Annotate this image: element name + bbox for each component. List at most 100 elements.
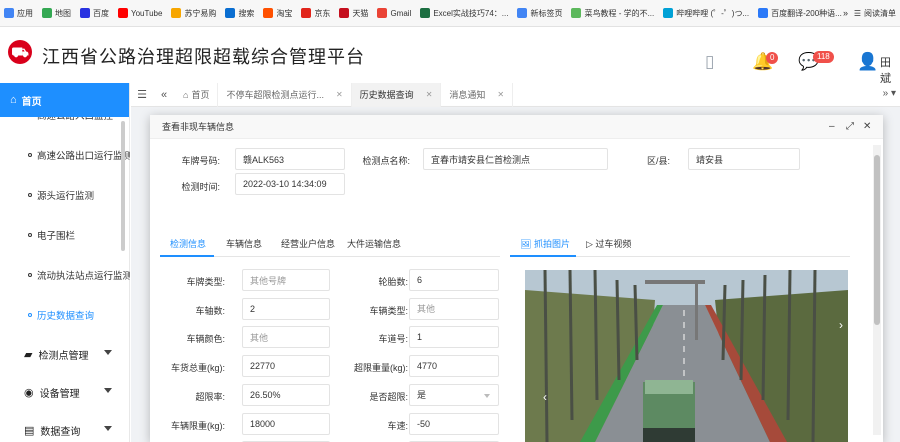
bookmark-item[interactable]: 菜鸟教程 - 学的不... [571,8,654,19]
chevron-down-icon [104,350,112,355]
bookmark-item[interactable]: 地图 [42,8,71,19]
bookmark-label: 应用 [17,8,33,18]
time-label: 检测时间: [181,182,220,192]
bookmark-item[interactable]: 淘宝 [263,8,292,19]
sidebar-group[interactable]: ◉ 设备管理 [0,373,130,411]
bookmark-more-button[interactable]: » [843,8,848,18]
modal-scrollbar-thumb[interactable] [874,155,880,325]
tab[interactable]: 不停车超限检测点运行... ✕ [218,82,352,107]
tab-close-icon[interactable]: ✕ [497,90,504,99]
bookmark-item[interactable]: 搜索 [225,8,254,19]
plate-value: 赣ALK563 [235,148,345,170]
info-tab[interactable]: 经营业户信息 [281,237,335,250]
bookmark-bar: 应用 地图 百度 YouTube 苏宁易购 搜索 淘宝 京东 天猫 Gmail Excel实战技巧7… [0,0,900,27]
mobile-icon[interactable]: ▯ [705,52,714,72]
bullet-icon [28,313,32,317]
sidebar-group-label: 设备管理 [39,388,80,400]
bookmark-item[interactable]: YouTube [118,8,162,18]
tab-close-icon[interactable]: ✕ [426,90,433,99]
bookmark-favicon-icon [301,8,312,18]
sidebar-item[interactable]: 高速公路入口监控 [0,117,130,135]
media-tab-label: 过车视频 [595,239,632,249]
bookmark-item[interactable]: 新标签页 [517,8,562,19]
field-select[interactable]: 是 [409,383,499,406]
image-icon: 🖼 [520,239,534,249]
tab-home[interactable]: ⌂ 首页 [175,82,219,107]
next-photo-icon[interactable]: › [839,318,843,332]
field-value: 2 [242,297,330,320]
bookmark-item[interactable]: 京东 [301,8,330,19]
tab-scroll-right-icon[interactable]: » ▾ [883,88,896,99]
bookmark-item[interactable]: Gmail [377,8,411,18]
tab-close-icon[interactable]: ✕ [336,90,343,99]
field-value: 6 [409,269,499,291]
bookmark-label: 百度翻译-200种语... [771,8,842,18]
field-value-text: 22770 [250,361,276,372]
sidebar-home[interactable]: ⌂ 首页 [0,83,129,117]
sidebar-item-label: 流动执法站点运行监测 [37,271,130,282]
field-value: 26.50% [242,383,330,406]
app-header: ⛟ 江西省公路治理超限超载综合管理平台 ▯ 🔔 0 💬 118 👤 田斌 [0,27,900,86]
sidebar-scrollbar[interactable] [121,121,125,251]
tab-bar: ☰ « ⌂ 首页 不停车超限检测点运行... ✕ 历史数据查询 ✕ 消息通知 ✕ » ▾ [131,82,900,107]
reading-list-button[interactable]: ☰ 阅读清单 [854,8,896,19]
field-value-text: 18000 [250,418,276,429]
sidebar-item[interactable]: 流动执法站点运行监测 [0,255,130,295]
field-value: 4770 [409,355,499,378]
field-label: 超限重量(kg): [353,363,408,374]
bookmark-item[interactable]: 天猫 [339,8,368,19]
capture-photo[interactable]: ‹ › [525,270,848,442]
message-badge: 118 [813,51,834,63]
sidebar-item[interactable]: 高速公路出口运行监测 [0,135,130,175]
field-value: 1 [409,326,499,349]
tab-label: 不停车超限检测点运行... [226,90,324,100]
road-photo-image [525,270,848,442]
tab-label: 消息通知 [449,90,486,100]
bookmark-label: 京东 [314,8,331,18]
info-tab[interactable]: 车辆信息 [226,237,262,250]
close-icon[interactable]: ✕ [863,121,871,132]
media-tab[interactable]: 🖼 抓拍图片 [520,237,570,250]
info-tab[interactable]: 大件运输信息 [347,237,401,250]
sidebar-item[interactable]: 历史数据查询 [0,295,130,335]
reading-list-icon: ☰ [853,9,861,18]
prev-photo-icon[interactable]: ‹ [543,390,547,404]
tab[interactable]: 历史数据查询 ✕ [351,82,442,107]
bookmark-item[interactable]: 百度 [80,8,109,19]
field-value: -50 [409,412,499,435]
modal-scrollbar[interactable] [873,145,881,435]
media-tab[interactable]: ▷ 过车视频 [586,237,631,250]
user-name[interactable]: 田斌 [880,54,900,86]
video-icon: ▷ [586,239,596,249]
tab-scroll-left-icon[interactable]: « [153,89,175,101]
menu-toggle-icon[interactable]: ☰ [131,88,153,101]
bookmark-label: 淘宝 [276,8,293,18]
bookmark-favicon-icon [118,8,128,18]
sidebar-item-label: 电子围栏 [37,231,76,242]
sidebar-group[interactable]: ▤ 数据查询 [0,411,130,442]
bookmark-item[interactable]: 百度翻译-200种语... [758,8,842,19]
bookmark-label: 哔哩哔哩 (゜-゜)つ... [676,8,750,18]
bookmark-item[interactable]: 哔哩哔哩 (゜-゜)つ... [663,8,749,19]
bookmark-item[interactable]: 应用 [4,8,33,19]
bookmark-label: Excel实战技巧74：... [433,8,509,18]
field-value: 22770 [242,355,330,378]
maximize-icon[interactable]: ⤢ [846,121,854,132]
user-avatar-icon[interactable]: 👤 [857,52,878,72]
bullet-icon [28,273,32,277]
sidebar-item[interactable]: 源头运行监测 [0,175,130,215]
tab-home-label: 首页 [191,90,210,100]
sidebar-group-label: 数据查询 [40,426,81,438]
bookmark-label: 天猫 [352,8,369,18]
sidebar-item[interactable]: 电子围栏 [0,215,130,255]
info-tab[interactable]: 检测信息 [170,237,206,250]
minimize-icon[interactable]: – [829,121,835,132]
bookmark-favicon-icon [377,8,388,18]
sidebar-menu: 高速公路入口监控高速公路出口运行监测源头运行监测电子围栏流动执法站点运行监测历史… [0,117,130,442]
sidebar-group[interactable]: ▰ 检测点管理 [0,335,130,373]
info-tab-indicator [160,255,214,257]
bookmark-item[interactable]: 苏宁易购 [171,8,216,19]
bookmark-item[interactable]: Excel实战技巧74：... [420,8,508,19]
bookmark-favicon-icon [225,8,236,18]
tab[interactable]: 消息通知 ✕ [441,82,514,107]
